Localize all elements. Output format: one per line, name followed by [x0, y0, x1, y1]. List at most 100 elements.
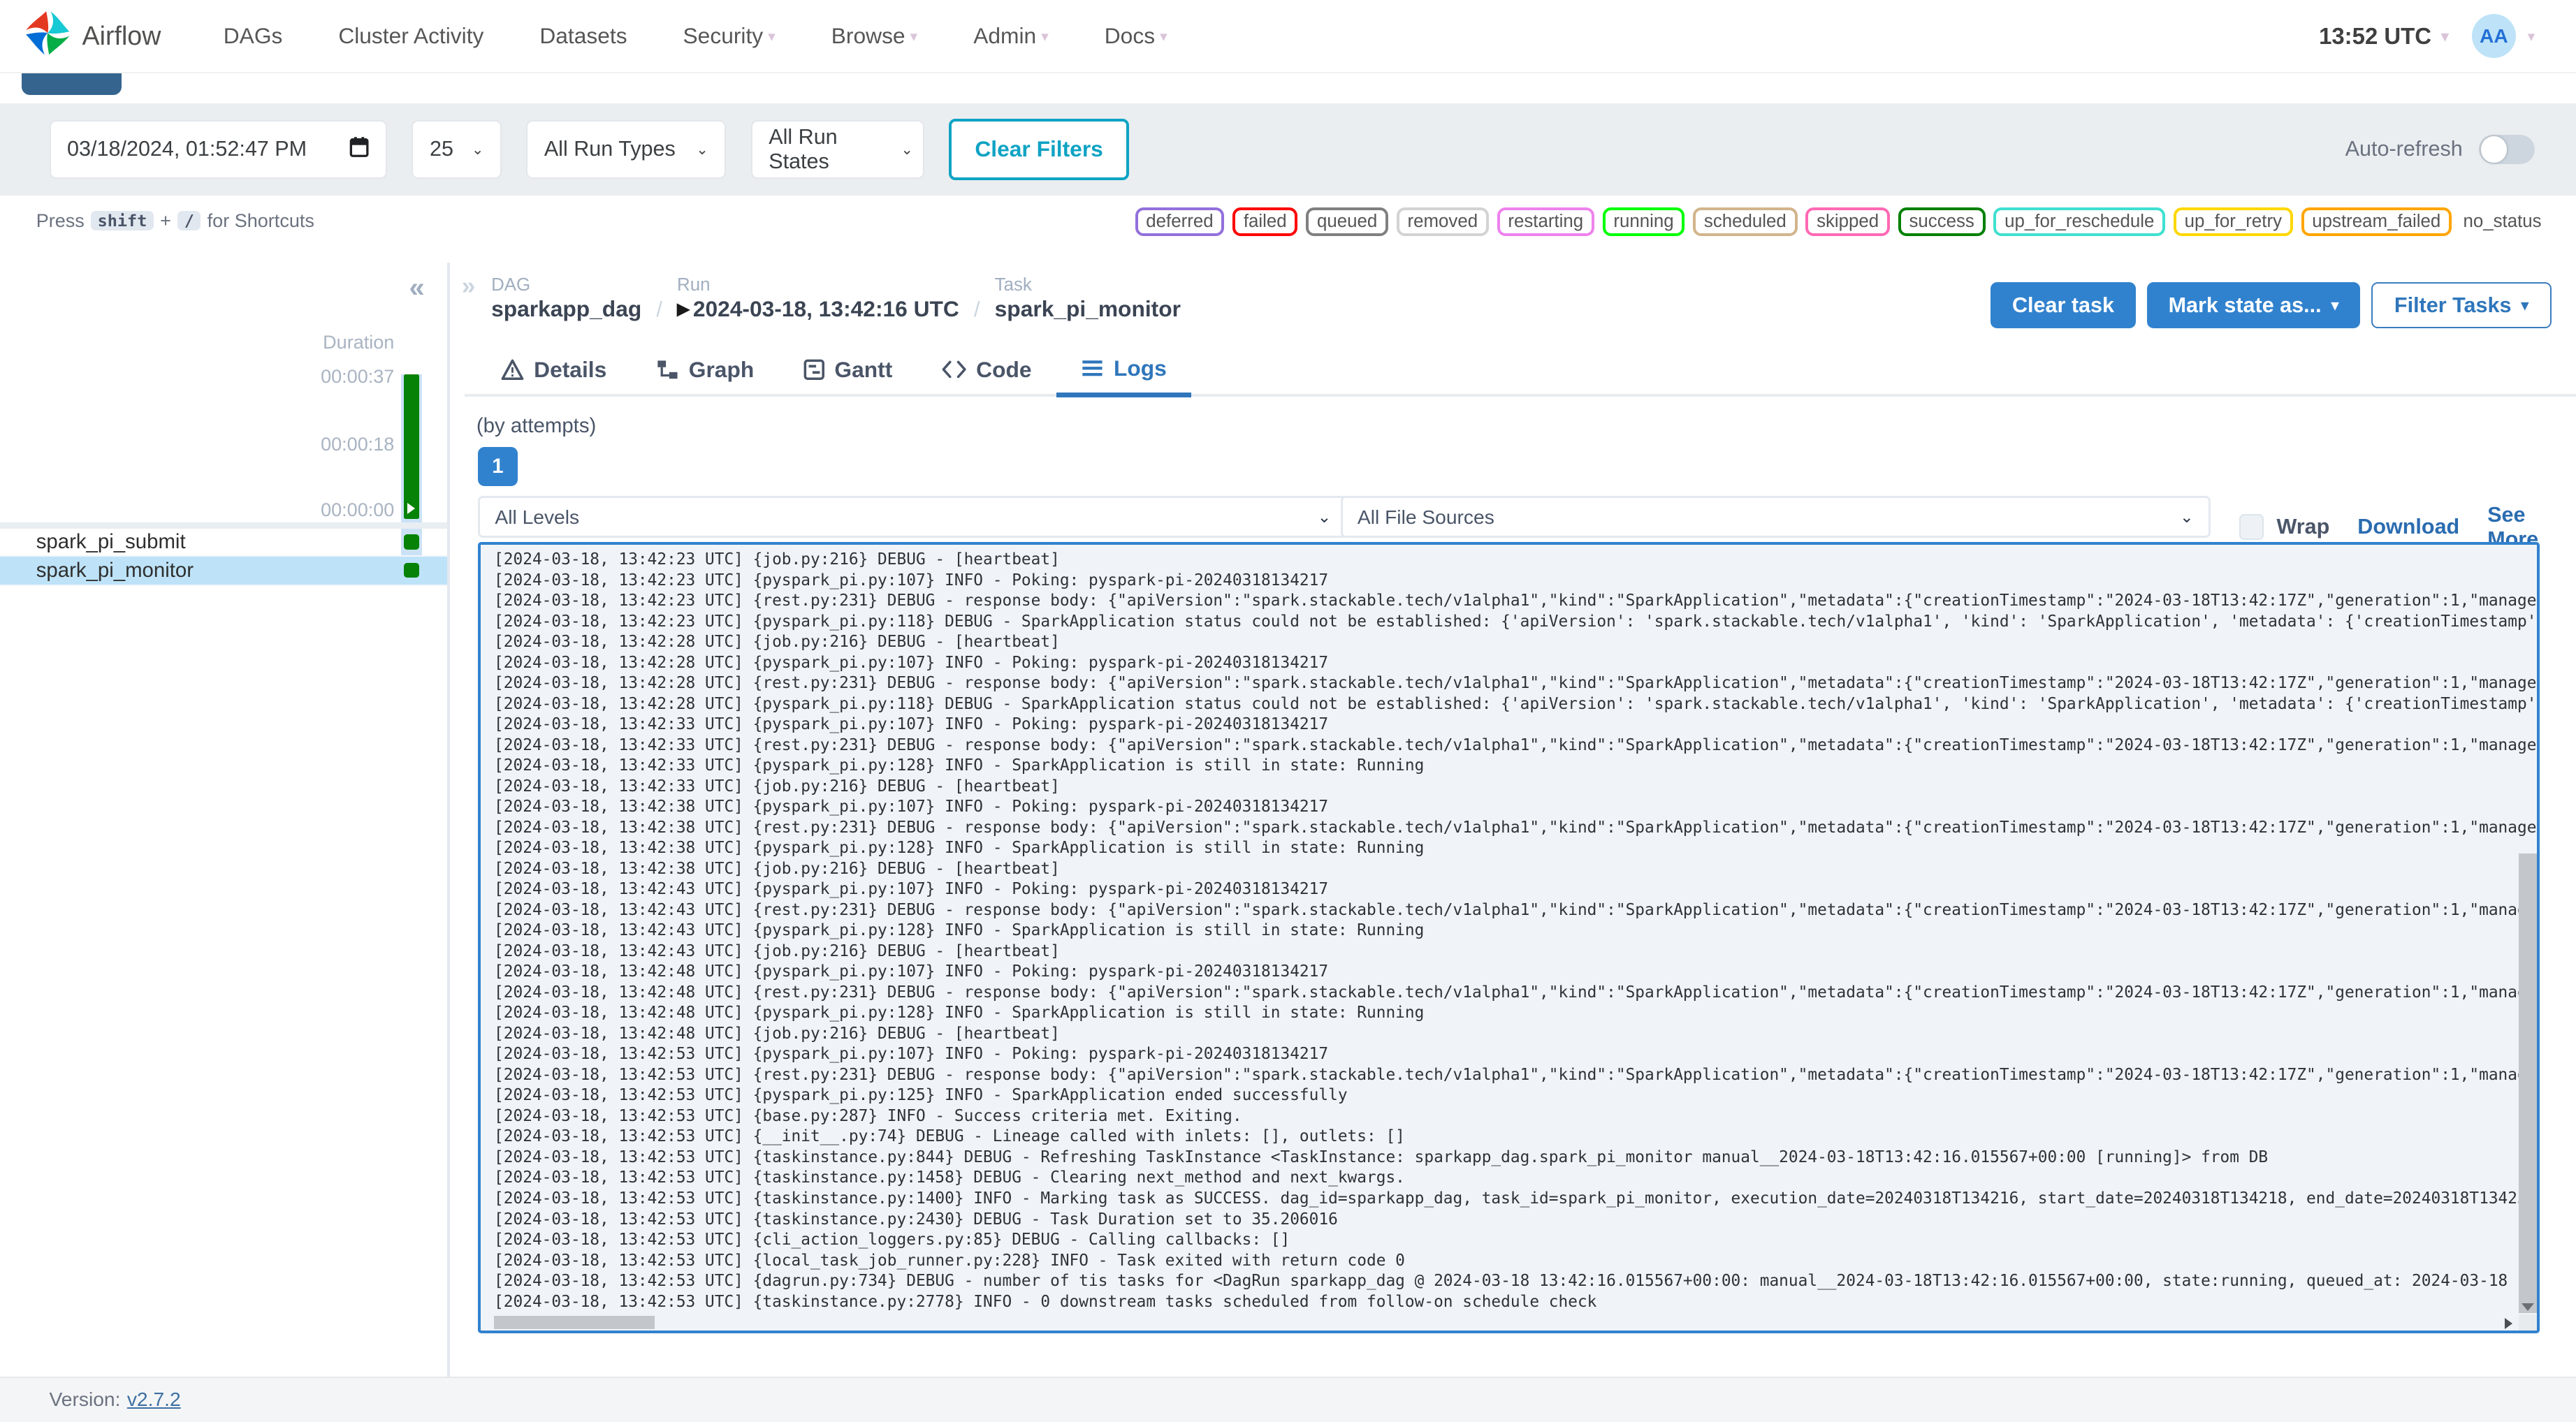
nav-item-admin[interactable]: Admin ▾	[973, 23, 1049, 49]
chevron-down-icon: ⌄	[2180, 508, 2194, 527]
attempt-1-button[interactable]: 1	[478, 446, 518, 486]
expand-panel-icon[interactable]: »	[462, 272, 476, 300]
status-badge-up-for-retry[interactable]: up_for_retry	[2173, 207, 2293, 236]
nav-item-cluster-activity[interactable]: Cluster Activity	[338, 23, 483, 49]
log-line: [2024-03-18, 13:42:53 UTC] {taskinstance…	[494, 1168, 1405, 1187]
tab-details[interactable]: Details	[476, 345, 632, 395]
status-badge-skipped[interactable]: skipped	[1805, 207, 1890, 236]
airflow-app: Airflow DAGs Cluster Activity Datasets Secu…	[0, 0, 2576, 1422]
version-link[interactable]: v2.7.2	[127, 1388, 181, 1411]
calendar-icon[interactable]	[349, 136, 369, 163]
version-label: Version:	[49, 1387, 121, 1410]
tab-logs[interactable]: Logs	[1056, 345, 1192, 397]
scroll-right-arrow-icon[interactable]	[2505, 1317, 2512, 1329]
task-row-spark-pi-monitor[interactable]: spark_pi_monitor	[0, 556, 447, 586]
tab-graph[interactable]: Graph	[632, 345, 779, 395]
airflow-brand[interactable]: Airflow	[23, 8, 161, 64]
run-filter-bar: 03/18/2024, 01:52:47 PM 25 ⌄ All Run Typ…	[0, 103, 2576, 196]
run-states-select[interactable]: All Run States ⌄	[750, 119, 925, 179]
status-badge-restarting[interactable]: restarting	[1497, 207, 1594, 236]
user-menu[interactable]: AA ▾	[2471, 13, 2535, 59]
chevron-down-icon: ⌄	[471, 141, 484, 158]
scrollbar-corner	[2519, 1314, 2538, 1331]
dag-run-duration-bar[interactable]	[404, 374, 419, 520]
nav-item-datasets[interactable]: Datasets	[539, 23, 627, 49]
tab-label: Graph	[688, 356, 755, 382]
log-sources-select[interactable]: All File Sources ⌄	[1340, 496, 2211, 538]
horizontal-scrollbar-thumb[interactable]	[494, 1316, 655, 1329]
log-line: [2024-03-18, 13:42:28 UTC] {rest.py:231}…	[494, 674, 2538, 693]
status-badge-upstream-failed[interactable]: upstream_failed	[2301, 207, 2452, 236]
run-types-value: All Run Types	[544, 137, 676, 161]
duration-tick: 00:00:00	[321, 499, 395, 520]
detail-tabs: Details Graph Gantt Code Logs	[465, 345, 2576, 397]
task-row-spark-pi-submit[interactable]: spark_pi_submit	[0, 529, 447, 557]
tab-gantt[interactable]: Gantt	[778, 345, 917, 395]
mark-state-button[interactable]: Mark state as... ▾	[2147, 282, 2360, 329]
utc-clock[interactable]: 13:52 UTC ▾	[2319, 23, 2449, 50]
airflow-logo-icon	[23, 8, 73, 64]
status-badge-failed[interactable]: failed	[1232, 207, 1298, 236]
graph-icon	[656, 359, 679, 381]
shortcuts-text: Press	[36, 210, 85, 231]
status-badge-removed[interactable]: removed	[1396, 207, 1489, 236]
wrap-checkbox[interactable]	[2239, 514, 2264, 540]
page-size-select[interactable]: 25 ⌄	[412, 119, 502, 179]
grid-separator	[0, 522, 447, 529]
nav-item-docs[interactable]: Docs ▾	[1105, 23, 1167, 49]
task-actions: Clear task Mark state as... ▾ Filter Task…	[1991, 282, 2552, 329]
breadcrumb: DAG sparkapp_dag / Run ▶ 2024-03-18, 13:…	[491, 274, 1181, 324]
shortcuts-text-suffix: for Shortcuts	[207, 210, 314, 231]
task-state-square[interactable]	[404, 534, 419, 550]
sidebar-divider[interactable]	[446, 263, 451, 1388]
manual-run-icon	[407, 502, 415, 514]
log-line: [2024-03-18, 13:42:33 UTC] {pyspark_pi.p…	[494, 715, 1329, 734]
filter-tasks-button[interactable]: Filter Tasks ▾	[2371, 282, 2552, 329]
run-types-select[interactable]: All Run Types ⌄	[526, 119, 727, 179]
log-line: [2024-03-18, 13:42:53 UTC] {cli_action_l…	[494, 1231, 1290, 1249]
chevron-down-icon: ⌄	[901, 141, 914, 158]
task-state-square[interactable]	[404, 563, 419, 578]
tab-code[interactable]: Code	[917, 345, 1056, 395]
clock-caret-icon: ▾	[2441, 28, 2449, 45]
log-line: [2024-03-18, 13:42:48 UTC] {rest.py:231}…	[494, 983, 2538, 1002]
vertical-scrollbar-thumb[interactable]	[2519, 853, 2538, 1314]
log-line: [2024-03-18, 13:42:33 UTC] {pyspark_pi.p…	[494, 756, 1425, 775]
horizontal-scrollbar[interactable]	[481, 1314, 2519, 1331]
download-log-link[interactable]: Download	[2357, 515, 2459, 539]
log-line: [2024-03-18, 13:42:28 UTC] {pyspark_pi.p…	[494, 653, 1329, 672]
status-badge-running[interactable]: running	[1602, 207, 1685, 236]
collapse-sidebar-icon[interactable]: «	[409, 272, 424, 304]
avatar[interactable]: AA	[2471, 13, 2517, 59]
log-line: [2024-03-18, 13:42:43 UTC] {rest.py:231}…	[494, 900, 2538, 919]
task-link[interactable]: spark_pi_monitor	[995, 295, 1181, 323]
run-states-value: All Run States	[769, 124, 838, 173]
log-levels-select[interactable]: All Levels ⌄	[478, 496, 1348, 538]
status-badge-deferred[interactable]: deferred	[1135, 207, 1225, 236]
status-badge-up-for-reschedule[interactable]: up_for_reschedule	[1993, 207, 2166, 236]
status-badge-no-status: no_status	[2459, 207, 2542, 237]
nav-item-dags[interactable]: DAGs	[224, 23, 283, 49]
toggle-knob	[2480, 136, 2508, 163]
clear-task-button[interactable]: Clear task	[1991, 282, 2136, 329]
run-link[interactable]: ▶ 2024-03-18, 13:42:16 UTC	[677, 295, 959, 323]
nav-item-browse[interactable]: Browse ▾	[831, 23, 918, 49]
slash-key-chip: /	[177, 211, 201, 231]
scroll-down-arrow-icon[interactable]	[2521, 1303, 2534, 1311]
status-badge-scheduled[interactable]: scheduled	[1693, 207, 1798, 236]
base-date-input[interactable]: 03/18/2024, 01:52:47 PM	[49, 119, 388, 179]
manual-trigger-icon: ▶	[677, 300, 690, 318]
nav-item-security[interactable]: Security ▾	[683, 23, 776, 49]
task-label: Task	[994, 274, 1032, 295]
tab-label: Gantt	[834, 356, 893, 382]
log-lines-container: [2024-03-18, 13:42:23 UTC] {job.py:216} …	[481, 545, 2537, 1331]
shift-key-chip: shift	[91, 211, 154, 231]
shortcuts-hint: Press shift + / for Shortcuts	[36, 210, 314, 232]
status-badge-success[interactable]: success	[1898, 207, 1986, 236]
dag-link[interactable]: sparkapp_dag	[491, 295, 641, 323]
log-line: [2024-03-18, 13:42:28 UTC] {pyspark_pi.p…	[494, 694, 2538, 713]
vertical-scrollbar[interactable]	[2519, 545, 2538, 1314]
auto-refresh-toggle[interactable]	[2479, 134, 2535, 165]
status-badge-queued[interactable]: queued	[1306, 207, 1388, 236]
clear-filters-button[interactable]: Clear Filters	[949, 118, 1129, 180]
